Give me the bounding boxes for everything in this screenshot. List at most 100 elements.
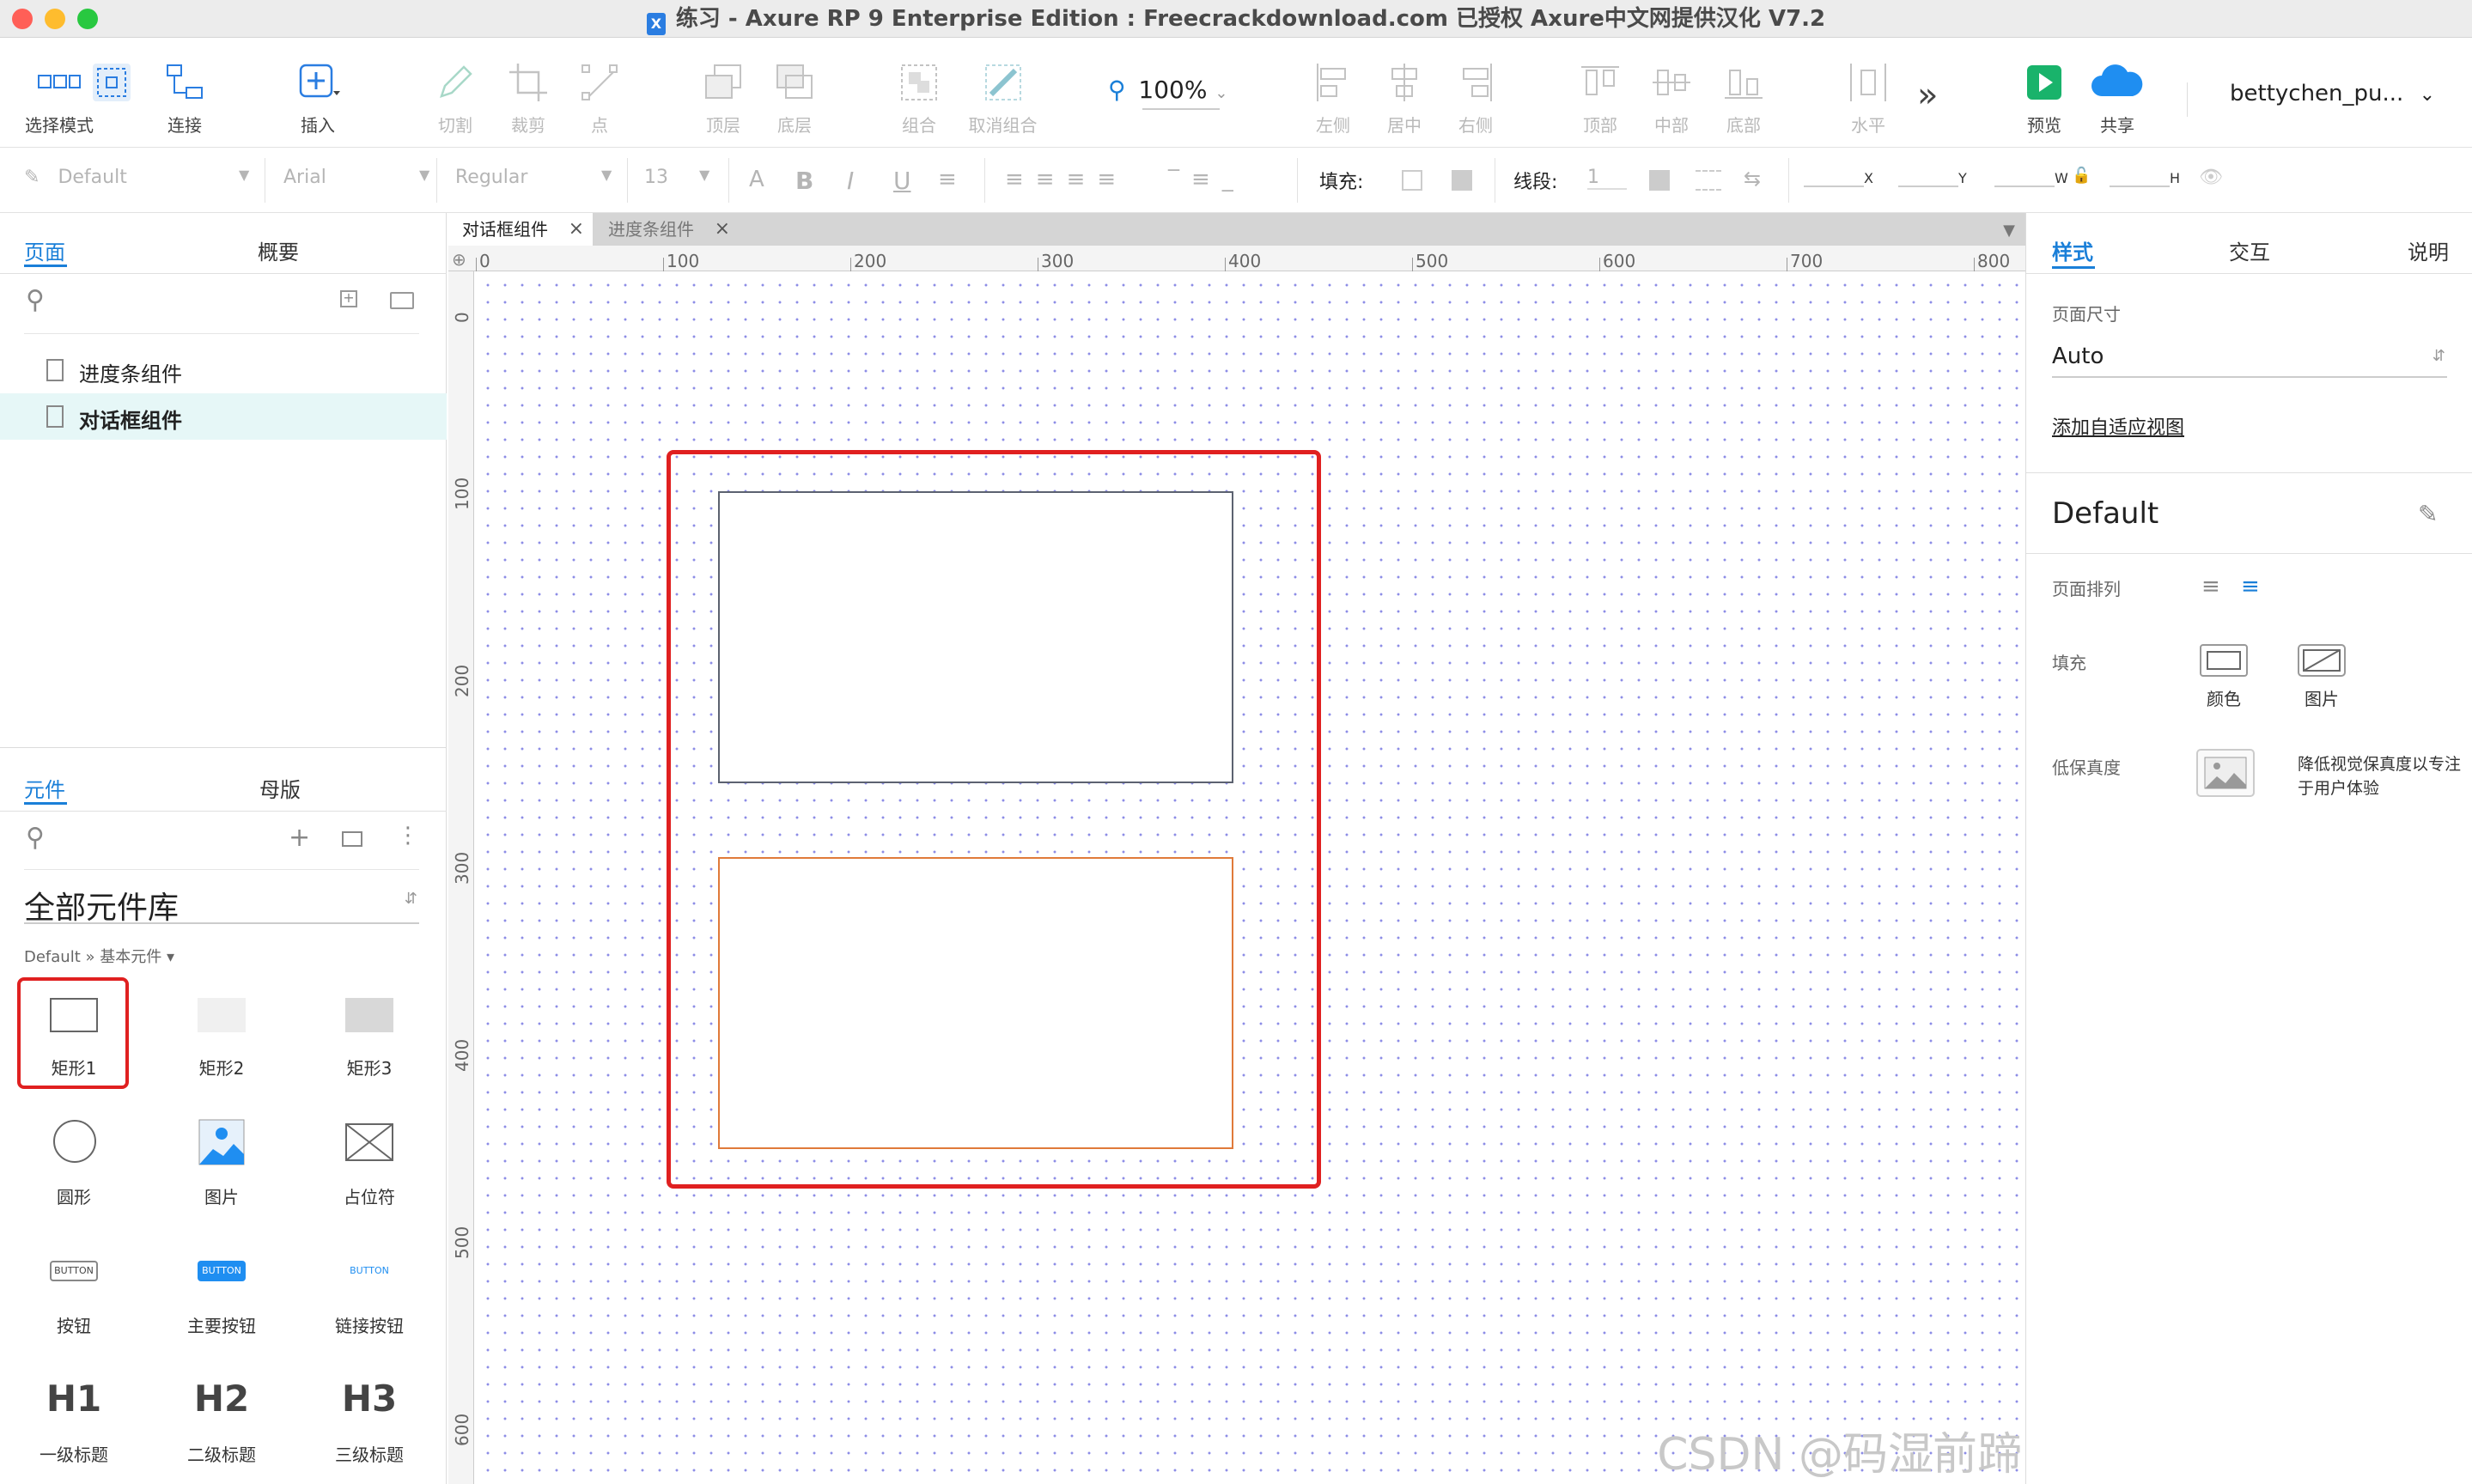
lock-ratio-icon[interactable]: 🔓 [2072,167,2091,185]
align-left-button[interactable]: 左侧 [1307,38,1359,148]
align-top-button[interactable]: 顶部 [1574,38,1626,148]
close-tab-icon[interactable]: × [715,213,730,246]
user-account-menu[interactable]: bettychen_pu... ⌄ [2230,81,2435,106]
tab-interactions[interactable]: 交互 [2229,235,2270,265]
arrow-style-button[interactable]: ⇆ [1744,167,1761,191]
y-input[interactable] [1898,186,1958,187]
rectangle-widget-2[interactable] [718,857,1233,1149]
widget-primary-button[interactable]: BUTTON 主要按钮 [172,1244,271,1347]
x-input[interactable] [1804,186,1864,187]
align-middle-button[interactable]: 中部 [1646,38,1697,148]
add-folder-icon[interactable] [390,292,414,309]
library-selector[interactable]: 全部元件库 ⇵ [24,883,419,926]
edit-style-icon: ✎ [24,167,40,188]
style-selector[interactable]: ✎ Default ▼ [24,167,249,188]
italic-icon: I [847,167,855,195]
widget-image[interactable]: 图片 [172,1115,271,1218]
align-center-page-icon[interactable]: ≡ [2241,574,2260,599]
widget-heading-3[interactable]: H3 三级标题 [320,1372,419,1484]
library-manage-icon[interactable] [342,831,362,847]
page-item-progress[interactable]: 进度条组件 [0,347,447,393]
font-color-icon: A [749,167,764,192]
close-tab-icon[interactable]: × [569,213,584,246]
stroke-pattern-button[interactable] [1696,170,1721,191]
insert-button[interactable]: 插入 [283,38,352,148]
point-button[interactable]: 点 [574,38,625,148]
align-right-button[interactable]: 右侧 [1450,38,1501,148]
widget-search-icon[interactable]: ⚲ [26,823,45,853]
select-region-button[interactable] [86,38,137,148]
tab-progress-component[interactable]: 进度条组件 × [594,213,739,246]
tabs-menu-chevron-icon[interactable]: ▼ [2003,222,2015,240]
ruler-v-tick-label: 300 [452,851,472,885]
font-size-selector[interactable]: 13 ▼ [644,167,709,188]
stroke-width-input[interactable]: 1 [1587,167,1627,190]
font-family-selector[interactable]: Arial ▼ [283,167,429,188]
more-tools-button[interactable]: » [1917,76,1938,115]
widget-circle[interactable]: 圆形 [24,1115,124,1218]
font-color-button[interactable]: A [749,167,764,192]
visibility-eye-icon[interactable]: 👁 [2199,167,2223,188]
stroke-color-swatch[interactable] [1649,170,1670,191]
design-canvas[interactable]: CSDN @码湿前蹄 [474,271,2025,1484]
vertical-align-group[interactable]: ‾≡_ [1168,167,1245,192]
bold-button[interactable]: B [795,167,813,195]
crop-button[interactable]: 裁剪 [502,38,554,148]
add-library-icon[interactable]: + [289,823,310,853]
align-bottom-button[interactable]: 底部 [1718,38,1769,148]
share-button[interactable]: 共享 [2087,38,2147,148]
bring-to-front-button[interactable]: 顶层 [697,38,749,148]
preview-button[interactable]: 预览 [2018,38,2070,148]
width-input[interactable] [1994,186,2055,187]
cut-button[interactable]: 切割 [429,38,481,148]
italic-button[interactable]: I [847,167,854,195]
group-button[interactable]: 组合 [893,38,945,148]
send-to-back-button[interactable]: 底层 [769,38,820,148]
more-options-icon[interactable]: ⋮ [397,823,419,848]
text-align-group[interactable]: ≡≡≡≡ [1005,167,1128,192]
tab-outline[interactable]: 概要 [258,235,299,265]
h-label: H [2170,170,2181,186]
zoom-control[interactable]: ⚲ 100% ⌄ [1108,76,1227,110]
align-left-page-icon[interactable]: ≡ [2201,574,2220,599]
widget-label: 矩形1 [51,1058,97,1079]
widget-rectangle-2[interactable]: 矩形2 [172,986,271,1089]
tab-style[interactable]: 样式 [2052,235,2093,265]
format-bar: ✎ Default ▼ Arial ▼ Regular ▼ 13 ▼ A B I… [0,148,2472,213]
tab-masters[interactable]: 母版 [259,773,301,803]
page-search-icon[interactable]: ⚲ [26,285,45,315]
font-weight-selector[interactable]: Regular ▼ [455,167,612,188]
updown-chevron-icon: ⇵ [404,890,417,908]
tab-dialog-component[interactable]: 对话框组件 × [448,213,593,246]
align-center-button[interactable]: 居中 [1379,38,1430,148]
fill-color-swatch[interactable] [1402,170,1422,191]
fill-image-option[interactable]: 图片 [2294,644,2349,720]
widget-heading-1[interactable]: H1 一级标题 [24,1372,124,1484]
page-size-select[interactable]: Auto ⇵ [2052,344,2447,378]
library-path[interactable]: Default » 基本元件 ▾ [24,945,174,967]
fill-shadow-swatch[interactable] [1452,170,1472,191]
rectangle-widget-1[interactable] [718,491,1233,783]
edit-style-icon[interactable]: ✎ [2418,500,2438,528]
height-input[interactable] [2110,186,2170,187]
ungroup-button[interactable]: 取消组合 [962,38,1044,148]
widget-placeholder[interactable]: 占位符 [320,1115,419,1218]
tab-notes[interactable]: 说明 [2408,235,2449,265]
widget-label: 图片 [204,1187,239,1207]
widget-link-button[interactable]: BUTTON 链接按钮 [320,1244,419,1347]
bullet-list-button[interactable]: ≡ [938,167,957,192]
widget-heading-2[interactable]: H2 二级标题 [172,1372,271,1484]
widget-rectangle-1[interactable]: 矩形1 [24,986,124,1089]
page-item-dialog[interactable]: 对话框组件 [0,393,447,440]
add-page-icon[interactable]: + [340,290,357,307]
low-fidelity-toggle-icon[interactable] [2196,749,2255,797]
tab-widgets[interactable]: 元件 [24,773,65,803]
add-adaptive-view-link[interactable]: 添加自适应视图 [2052,412,2184,440]
widget-button[interactable]: BUTTON 按钮 [24,1244,124,1347]
fill-color-option[interactable]: 颜色 [2196,644,2251,720]
tab-pages[interactable]: 页面 [24,235,65,265]
widget-rectangle-3[interactable]: 矩形3 [320,986,419,1089]
distribute-horizontal-button[interactable]: 水平 [1842,38,1894,148]
connect-button[interactable]: 连接 [150,38,219,148]
underline-button[interactable]: U [893,167,911,195]
